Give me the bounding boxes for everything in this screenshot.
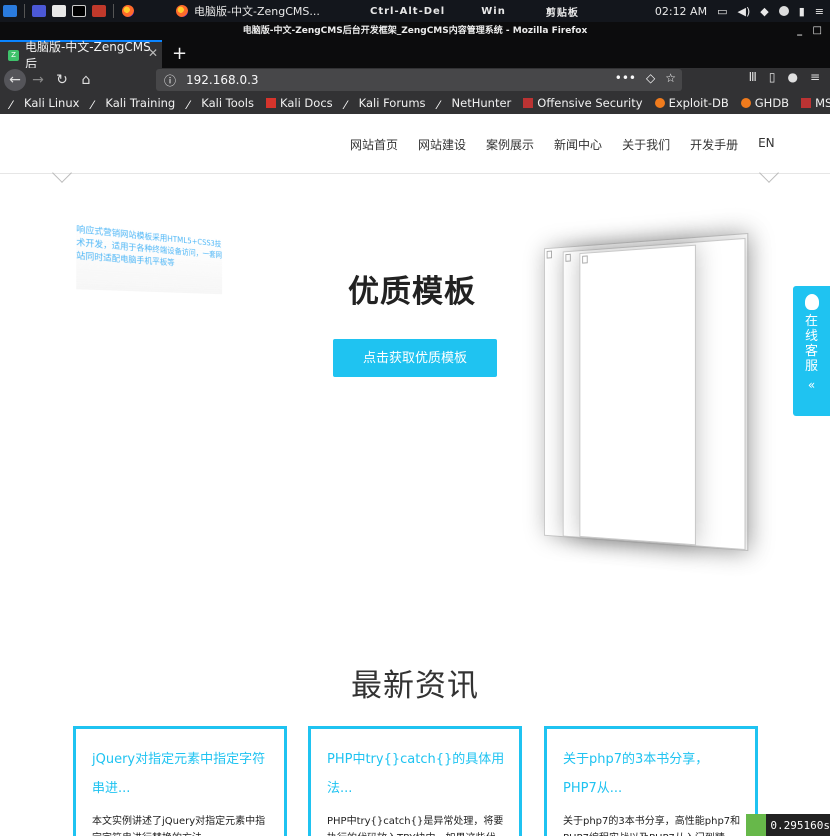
taskbar-window-label: 电脑版-中文-ZengCMS... (194, 5, 320, 18)
nav-website-building[interactable]: 网站建设 (418, 136, 466, 153)
workspace-icon[interactable] (29, 2, 49, 20)
get-template-button[interactable]: 点击获取优质模板 (333, 339, 497, 377)
window-controls[interactable]: _ □ (797, 22, 822, 40)
news-card[interactable]: jQuery对指定元素中指定字符串进... 本文实例讲述了jQuery对指定元素… (73, 726, 287, 836)
library-icon[interactable]: Ⅲ (749, 70, 757, 84)
firefox-launcher-icon[interactable] (118, 2, 138, 20)
display-icon[interactable]: ▭ (717, 5, 727, 18)
navigation-toolbar: ← → ↻ ⌂ ⓘ 192.168.0.3 ••• ◇ ☆ Ⅲ ▯ ● ≡ (0, 68, 830, 92)
bookmark-msfu[interactable]: MSFU (801, 96, 830, 110)
nav-cases[interactable]: 案例展示 (486, 136, 534, 153)
hamburger-menu-icon[interactable]: ≡ (810, 70, 820, 84)
lock-icon[interactable]: ▮ (799, 5, 805, 18)
bookmark-ghdb[interactable]: GHDB (740, 96, 789, 110)
bookmark-offensive-security[interactable]: Offensive Security (523, 96, 643, 110)
new-tab-button[interactable]: + (172, 43, 187, 64)
account-icon[interactable]: ● (787, 70, 797, 84)
news-card-title[interactable]: PHP中try{}catch{}的具体用法... (327, 745, 505, 803)
info-icon[interactable]: ⓘ (164, 72, 176, 89)
sidebar-icon[interactable]: ▯ (769, 70, 776, 84)
news-card[interactable]: 关于php7的3本书分享，PHP7从... 关于php7的3本书分享，高性能ph… (544, 726, 758, 836)
pocket-icon[interactable]: ◇ (646, 71, 655, 85)
tab-close-icon[interactable]: ✕ (148, 46, 158, 60)
zengcms-favicon-icon: Z (8, 49, 19, 61)
app-icon[interactable] (89, 2, 109, 20)
site-header: 网站首页 网站建设 案例展示 新闻中心 关于我们 开发手册 EN (0, 114, 830, 174)
forward-button[interactable]: → (26, 68, 50, 92)
bookmark-exploit-db[interactable]: Exploit-DB (654, 96, 729, 110)
volume-icon[interactable]: ◀) (737, 5, 750, 18)
qq-icon (804, 294, 819, 310)
nav-home[interactable]: 网站首页 (350, 136, 398, 153)
taskbar-window-button[interactable]: 电脑版-中文-ZengCMS... (176, 3, 326, 19)
tab-strip: Z 电脑版-中文-ZengCMS后 ✕ + (0, 40, 830, 71)
clipboard-button[interactable]: 剪贴板 (546, 4, 579, 19)
nav-about[interactable]: 关于我们 (622, 136, 670, 153)
bookmark-star-icon[interactable]: ☆ (665, 71, 676, 85)
bookmark-kali-linux[interactable]: ⁄ Kali Linux (10, 96, 79, 112)
hero-title: 优质模板 (348, 274, 476, 310)
home-button[interactable]: ⌂ (74, 68, 98, 92)
double-chevron-left-icon: « (807, 378, 816, 392)
news-card[interactable]: PHP中try{}catch{}的具体用法... PHP中try{}catch{… (308, 726, 522, 836)
page-actions-icon[interactable]: ••• (615, 71, 636, 85)
folder-icon[interactable] (49, 2, 69, 20)
news-card-title[interactable]: 关于php7的3本书分享，PHP7从... (563, 745, 741, 803)
ctrl-alt-del-button[interactable]: Ctrl-Alt-Del (370, 6, 445, 17)
bookmark-nethunter[interactable]: ⁄ NetHunter (438, 96, 512, 112)
debug-logo-icon (746, 814, 767, 836)
url-bar[interactable]: ⓘ 192.168.0.3 ••• ◇ ☆ (156, 69, 682, 91)
skewed-promo-text: 响应式营销网站模板采用HTML5+CSS3技术开发，适用于各种终端设备访问，一套… (76, 223, 223, 295)
bookmark-kali-docs[interactable]: Kali Docs (266, 96, 333, 110)
notification-icon[interactable]: ◆ (760, 5, 768, 18)
bookmark-kali-forums[interactable]: ⁄ Kali Forums (345, 96, 426, 112)
template-sheet (579, 244, 696, 546)
news-card-title[interactable]: jQuery对指定元素中指定字符串进... (92, 745, 270, 803)
win-button[interactable]: Win (481, 6, 506, 17)
tab-title: 电脑版-中文-ZengCMS后 (24, 40, 151, 71)
window-title: 电脑版-中文-ZengCMS后台开发框架_ZengCMS内容管理系统 - Moz… (242, 26, 588, 36)
news-card-desc: 关于php7的3本书分享，高性能php7和PHP7编程实战以及PHP7从入门到精 (563, 816, 741, 836)
timer-value: 0.295160s (770, 818, 830, 832)
page-load-timer: 0.295160s (746, 814, 830, 836)
nav-dev-manual[interactable]: 开发手册 (690, 136, 738, 153)
terminal-icon[interactable] (69, 2, 89, 20)
nav-news[interactable]: 新闻中心 (554, 136, 602, 153)
news-section-title: 最新资讯 (351, 668, 479, 704)
url-text[interactable]: 192.168.0.3 (186, 73, 259, 87)
online-service-button[interactable]: 在 线 客 服 « (793, 286, 830, 416)
firefox-icon (176, 5, 188, 17)
site-nav-menu: 网站首页 网站建设 案例展示 新闻中心 关于我们 开发手册 EN (350, 136, 775, 153)
bookmark-kali-training[interactable]: ⁄ Kali Training (91, 96, 175, 112)
reload-button[interactable]: ↻ (50, 68, 74, 92)
nav-language-en[interactable]: EN (758, 136, 775, 153)
back-button[interactable]: ← (4, 69, 26, 91)
os-taskbar: 电脑版-中文-ZengCMS... Ctrl-Alt-Del Win 剪贴板 0… (0, 0, 830, 22)
news-card-desc: PHP中try{}catch{}是异常处理，将要执行的代码放入TRY块中，如果这… (327, 816, 504, 836)
menu-icon[interactable]: ≡ (815, 5, 824, 18)
bookmarks-toolbar: ⁄ Kali Linux ⁄ Kali Training ⁄ Kali Tools K… (0, 92, 830, 114)
template-preview-stack (520, 219, 760, 579)
clock[interactable]: 02:12 AM (655, 5, 707, 18)
news-card-desc: 本文实例讲述了jQuery对指定元素中指定字符串进行替换的方法。 (92, 816, 266, 836)
power-icon[interactable] (778, 6, 789, 16)
kali-menu-icon[interactable] (0, 2, 20, 20)
page-viewport: 网站首页 网站建设 案例展示 新闻中心 关于我们 开发手册 EN 响应式营销网站… (0, 114, 830, 836)
bookmark-kali-tools[interactable]: ⁄ Kali Tools (187, 96, 254, 112)
tab-active[interactable]: Z 电脑版-中文-ZengCMS后 (0, 40, 162, 71)
